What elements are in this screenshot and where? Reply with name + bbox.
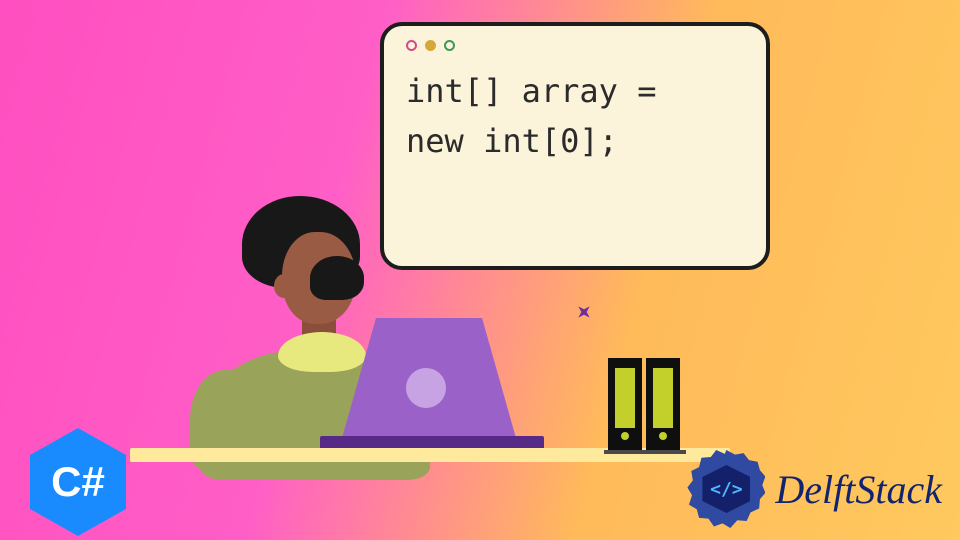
window-controls (406, 40, 744, 51)
delftstack-wordmark: DelftStack (775, 466, 942, 513)
csharp-badge: C# (30, 428, 126, 536)
delftstack-logo: </> DelftStack (687, 450, 942, 528)
code-window: int[] array = new int[0]; (380, 22, 770, 270)
delftstack-mark-glyph: </> (710, 479, 743, 500)
person-hair-back (310, 256, 364, 300)
code-line-2: new int[0]; (406, 117, 744, 167)
binder (646, 358, 680, 450)
binder-ring-icon (659, 432, 667, 440)
sparkle-icon (573, 301, 596, 324)
laptop-logo-icon (406, 368, 446, 408)
delftstack-mark-icon: </> (687, 450, 765, 528)
tutorial-hero-illustration: int[] array = new int[0]; C# </> DelftSt… (0, 0, 960, 540)
window-dot-close-icon (406, 40, 417, 51)
binder-spine (615, 368, 635, 428)
binder-spine (653, 368, 673, 428)
csharp-badge-label: C# (51, 458, 105, 506)
binders-base (604, 450, 686, 454)
person-ear (274, 274, 294, 298)
binder (608, 358, 642, 450)
code-line-1: int[] array = (406, 67, 744, 117)
binder-ring-icon (621, 432, 629, 440)
window-dot-min-icon (425, 40, 436, 51)
window-dot-max-icon (444, 40, 455, 51)
